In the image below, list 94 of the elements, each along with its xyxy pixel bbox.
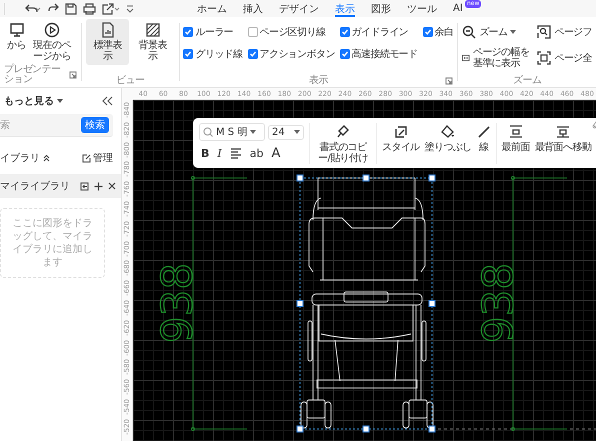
full-screen-icon — [537, 51, 552, 65]
slideshow-button[interactable]: から — [4, 19, 29, 54]
menu-tab[interactable]: 表示 — [335, 0, 355, 17]
edit-icon — [82, 154, 91, 162]
caret-icon — [294, 130, 300, 134]
search-button[interactable]: 検索 — [81, 117, 109, 133]
more-icon[interactable] — [126, 4, 134, 14]
caret-icon — [57, 99, 63, 103]
checkbox-label: ガイドライン — [352, 26, 408, 39]
checkbox-label: ページ区切り線 — [260, 26, 326, 39]
checkbox[interactable] — [248, 49, 258, 59]
search-field[interactable]: 索 検索 — [0, 114, 113, 137]
menu-tab[interactable]: ホーム — [197, 0, 227, 17]
dialog-launcher-icon[interactable] — [69, 71, 77, 79]
toolbar-button[interactable]: 線 — [476, 123, 491, 153]
zoom-option-button[interactable]: ページ全 — [537, 47, 592, 69]
bring-to-front-icon — [508, 125, 523, 139]
resize-handle[interactable] — [296, 300, 304, 307]
send-to-back-icon — [556, 125, 570, 139]
font-size-field[interactable]: 24 — [268, 124, 304, 140]
collapse-icon[interactable] — [101, 96, 113, 106]
checkbox[interactable] — [340, 27, 350, 37]
toolbar-button[interactable]: 最前面 — [502, 123, 530, 153]
slideshow-button[interactable]: 現在のページから — [29, 19, 75, 65]
checkbox[interactable] — [183, 27, 194, 37]
checkbox[interactable] — [183, 49, 194, 59]
play-icon — [44, 22, 60, 38]
dialog-launcher-icon[interactable] — [445, 76, 454, 84]
text-case-button[interactable]: ab — [250, 147, 264, 160]
italic-button[interactable]: I — [217, 147, 222, 160]
checkbox-label: グリッド線 — [195, 48, 242, 61]
view-mode-button[interactable]: 標準表示 — [86, 19, 130, 65]
chevron-icon — [43, 154, 50, 162]
monitor-icon — [8, 22, 24, 38]
bold-button[interactable]: B — [201, 147, 210, 160]
print-button[interactable] — [83, 2, 96, 14]
resize-handle[interactable] — [428, 426, 436, 432]
resize-handle[interactable] — [362, 426, 370, 432]
search-icon — [203, 127, 213, 137]
library-section-toggle[interactable]: イブラリ — [0, 151, 50, 165]
align-button[interactable] — [230, 148, 242, 159]
toolbar-button[interactable]: 書式のコピー/貼り付け — [315, 123, 371, 164]
group-label: プレゼンテーション — [4, 65, 62, 85]
resize-handle[interactable] — [296, 174, 304, 182]
checkbox-label: ルーラー — [195, 26, 234, 39]
selected-wheelchair-drawing[interactable] — [296, 174, 436, 432]
export-button[interactable] — [102, 2, 120, 14]
group-label: ビュー — [116, 76, 144, 86]
menu-tab[interactable]: ツール — [407, 0, 437, 17]
group-label: 表示 — [309, 76, 328, 86]
checkbox[interactable] — [422, 27, 433, 37]
toolbar-button[interactable]: 塗りつぶし — [424, 123, 472, 153]
menu-tab[interactable]: デザイン — [279, 0, 319, 17]
checkbox[interactable] — [340, 49, 350, 59]
caret-icon — [250, 130, 256, 134]
undo-button[interactable] — [25, 2, 41, 14]
menu-tab[interactable]: 挿入 — [243, 0, 263, 17]
zoom-out-icon — [462, 25, 476, 39]
import-icon[interactable] — [80, 182, 89, 190]
zoom-option-button[interactable]: ズーム — [462, 21, 530, 43]
resize-handle[interactable] — [428, 300, 436, 307]
view-mode-button[interactable]: 背景表示 — [131, 19, 175, 65]
menu-tab[interactable]: 図形 — [371, 0, 391, 17]
more-shapes-dropdown[interactable]: もっと見る — [4, 94, 63, 108]
toolbar-button[interactable]: 最背面へ移動 — [534, 123, 592, 153]
save-button[interactable] — [65, 2, 77, 14]
resize-handle[interactable] — [296, 426, 304, 432]
checkbox-label: 余白 — [434, 26, 454, 39]
checkbox[interactable] — [248, 27, 258, 37]
library-row[interactable]: マイライブラリ — [0, 174, 121, 198]
checkbox-label: アクションボタン — [260, 48, 335, 61]
resize-handle[interactable] — [428, 174, 436, 182]
caret-icon — [510, 30, 516, 34]
zoom-option-button[interactable]: ページフ — [537, 21, 592, 43]
toolbar-button[interactable]: スタイル — [382, 123, 420, 153]
line-icon — [476, 125, 491, 139]
font-field[interactable]: M S 明 — [199, 123, 265, 141]
hatched-square-icon — [144, 22, 161, 38]
checkbox-label: 高速接続モード — [352, 48, 418, 61]
add-icon[interactable] — [94, 182, 103, 190]
font-color-button[interactable]: A — [271, 147, 280, 160]
dimension-label: 938 — [474, 262, 522, 344]
page-search-icon — [537, 25, 552, 39]
close-icon[interactable] — [108, 182, 116, 190]
group-label: ズーム — [513, 76, 542, 86]
style-icon — [394, 125, 408, 139]
dimension-label: 938 — [152, 262, 202, 344]
resize-handle[interactable] — [362, 174, 370, 182]
brush-icon — [336, 125, 350, 139]
drop-hint: ここに図形をドラッグして、マイライブラリに追加します — [12, 217, 94, 269]
page-icon — [100, 22, 116, 38]
manage-button[interactable]: 管理 — [82, 151, 113, 165]
paint-bucket-icon — [441, 125, 456, 139]
zoom-option-button[interactable]: ページの幅を基準に表示 — [462, 47, 530, 69]
